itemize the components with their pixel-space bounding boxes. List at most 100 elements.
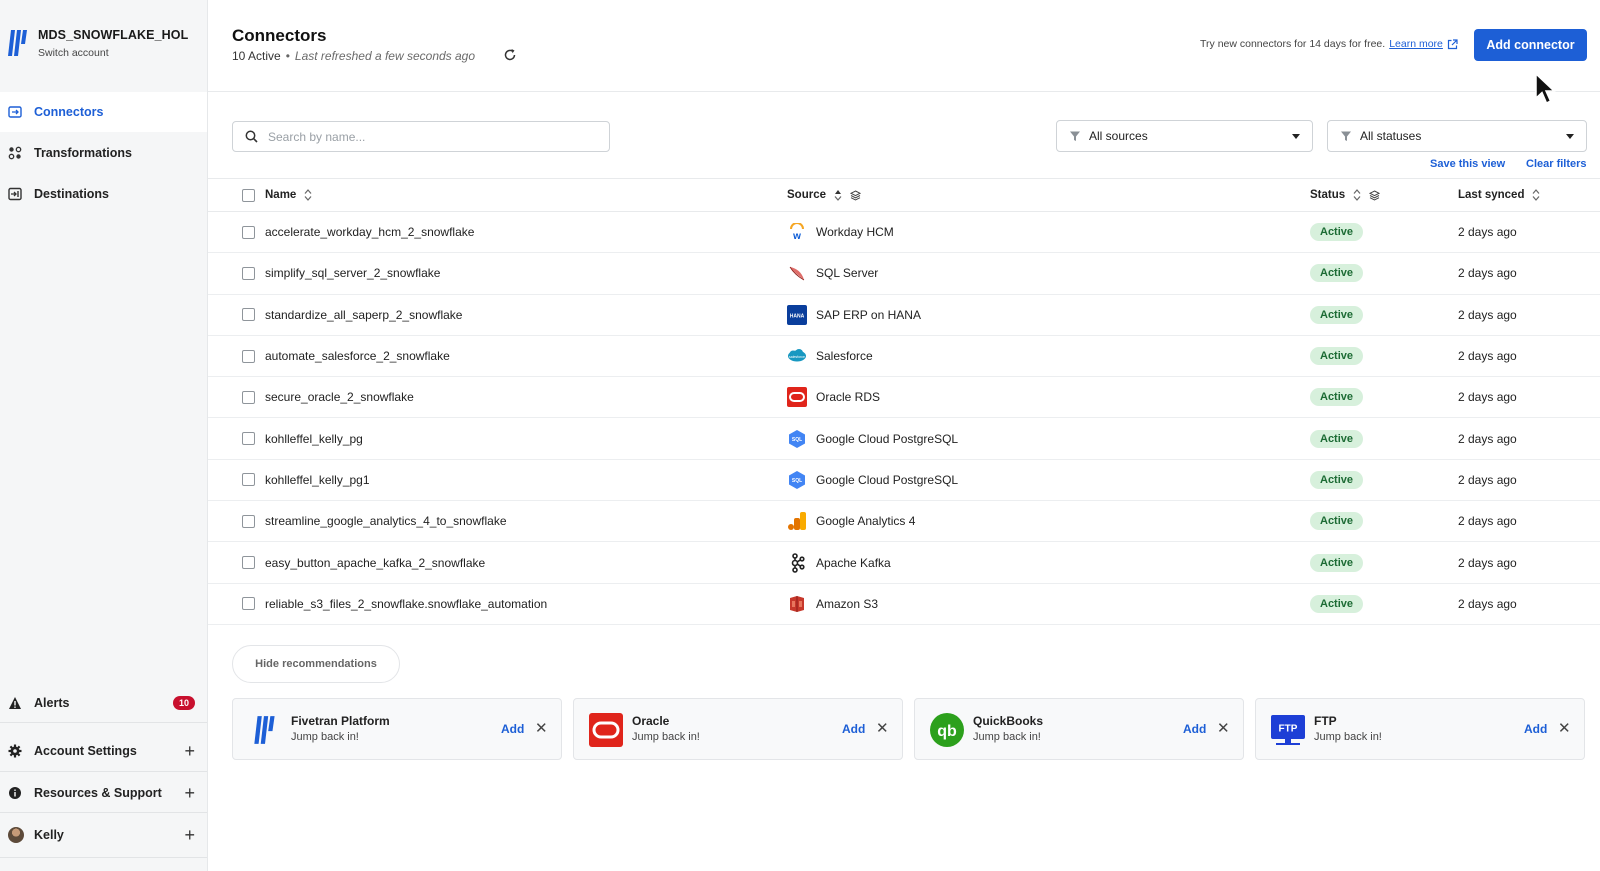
add-recommendation-button[interactable]: Add [501, 722, 524, 736]
table-row[interactable]: standardize_all_saperp_2_snowflake HANA … [208, 295, 1600, 336]
table-row[interactable]: automate_salesforce_2_snowflake salesfor… [208, 336, 1600, 378]
recommendation-subtitle: Jump back in! [291, 731, 359, 743]
alerts-count-badge: 10 [172, 696, 195, 710]
status-badge: Active [1310, 264, 1364, 283]
table-row[interactable]: kohlleffel_kelly_pg SQL Google Cloud Pos… [208, 418, 1600, 460]
sort-icon[interactable] [834, 189, 842, 201]
connector-name[interactable]: automate_salesforce_2_snowflake [265, 336, 450, 376]
refresh-icon[interactable] [503, 48, 517, 62]
status-cell: Active [1310, 336, 1364, 376]
account-switcher[interactable]: MDS_SNOWFLAKE_HOL Switch account [8, 28, 200, 64]
connector-name[interactable]: kohlleffel_kelly_pg1 [265, 460, 370, 500]
expand-plus-icon[interactable]: + [184, 741, 195, 762]
close-icon[interactable]: ✕ [1558, 719, 1571, 737]
table-row[interactable]: kohlleffel_kelly_pg1 SQL Google Cloud Po… [208, 460, 1600, 502]
add-recommendation-button[interactable]: Add [842, 722, 865, 736]
sidebar-item-transformations[interactable]: Transformations [0, 133, 207, 173]
column-label: Last synced [1458, 189, 1525, 201]
sidebar-item-label: Alerts [34, 696, 70, 710]
source-label: SAP ERP on HANA [816, 307, 921, 322]
table-row[interactable]: simplify_sql_server_2_snowflake SQL Serv… [208, 253, 1600, 295]
sources-filter-select[interactable]: All sources [1056, 120, 1313, 152]
status-badge: Active [1310, 594, 1364, 613]
column-header-source[interactable]: Source [787, 179, 861, 211]
status-cell: Active [1310, 584, 1364, 624]
table-row[interactable]: accelerate_workday_hcm_2_snowflake w Wor… [208, 212, 1600, 254]
add-recommendation-button[interactable]: Add [1183, 722, 1206, 736]
connector-name[interactable]: easy_button_apache_kafka_2_snowflake [265, 542, 485, 582]
table-row[interactable]: secure_oracle_2_snowflake Oracle RDS Act… [208, 377, 1600, 419]
clear-filters-link[interactable]: Clear filters [1526, 158, 1587, 170]
row-checkbox[interactable] [242, 473, 255, 487]
row-checkbox[interactable] [242, 349, 255, 363]
row-checkbox[interactable] [242, 308, 255, 322]
connector-name[interactable]: secure_oracle_2_snowflake [265, 377, 414, 417]
google-analytics-icon [787, 511, 807, 531]
svg-text:SQL: SQL [792, 437, 802, 443]
column-header-last-synced[interactable]: Last synced [1458, 179, 1540, 211]
learn-more-link[interactable]: Learn more [1389, 38, 1443, 50]
hide-recommendations-button[interactable]: Hide recommendations [232, 645, 400, 683]
row-checkbox[interactable] [242, 597, 255, 611]
status-badge: Active [1310, 305, 1364, 324]
sort-icon[interactable] [1353, 189, 1361, 201]
sidebar-item-resources-support[interactable]: Resources & Support + [0, 773, 207, 813]
expand-plus-icon[interactable]: + [184, 825, 195, 846]
connector-name[interactable]: streamline_google_analytics_4_to_snowfla… [265, 501, 507, 541]
sql-server-icon [787, 263, 807, 283]
select-all-checkbox[interactable] [242, 188, 255, 202]
sidebar-item-account-settings[interactable]: Account Settings + [0, 731, 207, 771]
column-header-status[interactable]: Status [1310, 179, 1381, 211]
close-icon[interactable]: ✕ [1217, 719, 1230, 737]
connector-source: HANA SAP ERP on HANA [787, 295, 921, 335]
close-icon[interactable]: ✕ [876, 719, 889, 737]
sidebar-item-label: Destinations [34, 187, 110, 201]
connectors-icon [8, 105, 22, 119]
last-synced: 2 days ago [1458, 472, 1517, 487]
add-recommendation-button[interactable]: Add [1524, 722, 1547, 736]
connector-name[interactable]: kohlleffel_kelly_pg [265, 418, 363, 458]
row-checkbox[interactable] [242, 514, 255, 528]
row-checkbox[interactable] [242, 556, 255, 570]
connector-name[interactable]: reliable_s3_files_2_snowflake.snowflake_… [265, 584, 547, 624]
svg-text:SQL: SQL [792, 478, 802, 484]
sidebar-item-destinations[interactable]: Destinations [0, 174, 207, 214]
sidebar: MDS_SNOWFLAKE_HOL Switch account Connect… [0, 0, 208, 871]
table-row[interactable]: reliable_s3_files_2_snowflake.snowflake_… [208, 584, 1600, 625]
group-by-icon[interactable] [850, 189, 861, 201]
save-view-link[interactable]: Save this view [1430, 158, 1505, 170]
svg-text:salesforce: salesforce [789, 355, 805, 359]
avatar [8, 827, 24, 843]
add-connector-button[interactable]: Add connector [1474, 29, 1587, 61]
external-link-icon[interactable] [1447, 38, 1458, 50]
sidebar-item-alerts[interactable]: Alerts 10 [0, 683, 207, 723]
row-checkbox[interactable] [242, 266, 255, 280]
column-header-name[interactable]: Name [265, 179, 312, 211]
statuses-filter-select[interactable]: All statuses [1327, 120, 1587, 152]
source-label: Apache Kafka [816, 555, 891, 570]
filter-funnel-icon [1341, 131, 1351, 141]
table-row[interactable]: streamline_google_analytics_4_to_snowfla… [208, 501, 1600, 543]
connector-name[interactable]: accelerate_workday_hcm_2_snowflake [265, 212, 474, 252]
sidebar-item-connectors[interactable]: Connectors [0, 92, 207, 132]
search-field[interactable] [232, 121, 610, 152]
search-input[interactable] [268, 129, 598, 144]
connector-source: salesforce Salesforce [787, 336, 873, 376]
sort-icon[interactable] [304, 189, 312, 201]
row-checkbox[interactable] [242, 225, 255, 239]
close-icon[interactable]: ✕ [535, 719, 548, 737]
connector-name[interactable]: simplify_sql_server_2_snowflake [265, 253, 440, 293]
row-checkbox[interactable] [242, 432, 255, 446]
transformations-icon [8, 146, 22, 160]
row-checkbox[interactable] [242, 390, 255, 404]
sidebar-item-user[interactable]: Kelly + [0, 815, 207, 855]
table-row[interactable]: easy_button_apache_kafka_2_snowflake Apa… [208, 542, 1600, 584]
last-synced: 2 days ago [1458, 390, 1517, 405]
oracle-icon [588, 712, 624, 748]
switch-account-link[interactable]: Switch account [38, 47, 188, 59]
sort-icon[interactable] [1532, 189, 1540, 201]
connector-name[interactable]: standardize_all_saperp_2_snowflake [265, 295, 462, 335]
group-by-icon[interactable] [1369, 189, 1381, 201]
expand-plus-icon[interactable]: + [184, 783, 195, 804]
connector-source: SQL Server [787, 253, 878, 293]
